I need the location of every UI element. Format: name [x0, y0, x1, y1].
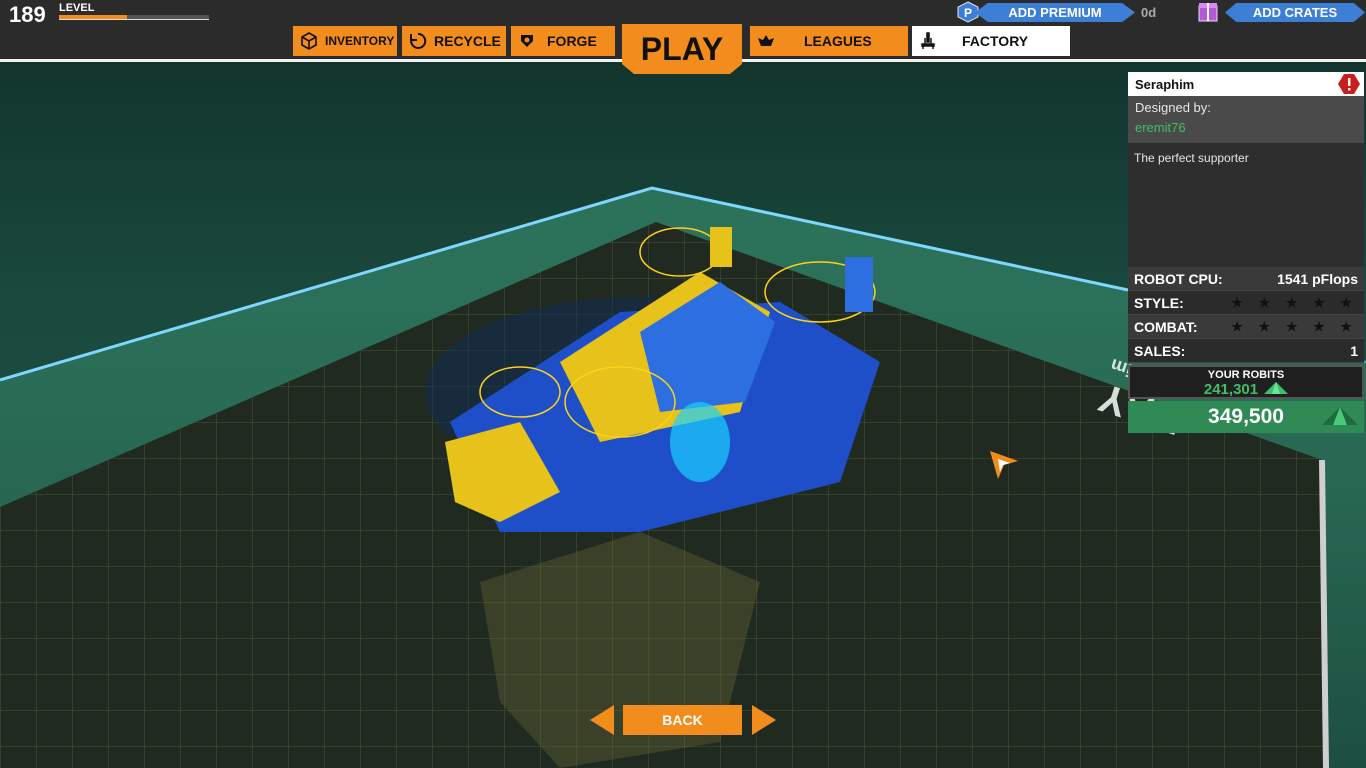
level-label: LEVEL — [59, 2, 95, 14]
recycle-label: RECYCLE — [434, 33, 501, 49]
inventory-button[interactable]: INVENTORY — [293, 26, 397, 56]
add-premium-button[interactable]: ADD PREMIUM — [975, 3, 1135, 22]
mouse-cursor-icon — [988, 449, 1020, 481]
buy-robot-button[interactable]: 349,500 — [1128, 401, 1364, 433]
robits-value: 241,301 — [1203, 381, 1259, 398]
inventory-label: INVENTORY — [325, 34, 395, 48]
back-button[interactable]: BACK — [623, 705, 742, 735]
robot-name: Seraphim — [1135, 76, 1195, 92]
stat-row-cpu: ROBOT CPU: 1541 pFlops — [1128, 267, 1364, 291]
player-level: 189 — [9, 2, 46, 27]
stat-label: SALES: — [1134, 342, 1186, 359]
forge-button[interactable]: FORGE — [511, 26, 615, 56]
style-rating-stars: ★ ★ ★ ★ ★ — [1231, 294, 1358, 310]
stat-row-sales: SALES: 1 — [1128, 339, 1364, 363]
recycle-icon — [408, 31, 428, 51]
stat-label: STYLE: — [1134, 294, 1184, 311]
add-crates-button[interactable]: ADD CRATES — [1225, 3, 1365, 22]
premium-days-remaining: 0d — [1141, 5, 1157, 20]
forge-icon — [517, 31, 537, 51]
robits-balance: YOUR ROBITS 241,301 — [1128, 365, 1364, 399]
robot-stats: ROBOT CPU: 1541 pFlops STYLE: ★ ★ ★ ★ ★ … — [1128, 267, 1364, 363]
play-button[interactable]: PLAY — [622, 24, 742, 74]
stat-value: 1 — [1350, 342, 1358, 359]
designer-name[interactable]: eremit76 — [1135, 120, 1357, 135]
report-warning-icon[interactable] — [1338, 74, 1360, 94]
level-progress-bar — [59, 15, 209, 20]
robot-name-header: Seraphim — [1128, 72, 1364, 96]
stat-label: ROBOT CPU: — [1134, 270, 1223, 287]
robit-gem-icon — [1264, 381, 1289, 398]
forge-label: FORGE — [547, 33, 597, 49]
robot-description: The perfect supporter — [1128, 143, 1364, 267]
factory-button[interactable]: FACTORY — [912, 26, 1070, 56]
next-robot-arrow-icon[interactable] — [752, 705, 776, 735]
combat-rating-stars: ★ ★ ★ ★ ★ — [1231, 318, 1358, 334]
stat-value: 1541 pFlops — [1277, 270, 1358, 287]
factory-label: FACTORY — [962, 33, 1029, 49]
leagues-icon — [756, 31, 776, 51]
stat-row-combat: COMBAT: ★ ★ ★ ★ ★ — [1128, 315, 1364, 339]
crate-icon — [1197, 1, 1219, 23]
designer-section: Designed by: eremit76 — [1128, 96, 1364, 143]
robits-label: YOUR ROBITS — [1207, 369, 1285, 381]
level-progress-fill — [59, 15, 127, 19]
leagues-label: LEAGUES — [804, 33, 872, 49]
previous-robot-arrow-icon[interactable] — [590, 705, 614, 735]
designed-by-label: Designed by: — [1135, 100, 1211, 115]
robot-info-panel: Seraphim Designed by: eremit76 The perfe… — [1128, 72, 1364, 433]
robit-gem-icon — [1322, 407, 1358, 431]
price-value: 349,500 — [1208, 405, 1284, 428]
leagues-button[interactable]: LEAGUES — [750, 26, 908, 56]
cube-icon — [299, 31, 319, 51]
stat-row-style: STYLE: ★ ★ ★ ★ ★ — [1128, 291, 1364, 315]
factory-icon — [918, 31, 938, 51]
svg-text:P: P — [964, 6, 972, 20]
recycle-button[interactable]: RECYCLE — [402, 26, 506, 56]
stat-label: COMBAT: — [1134, 318, 1198, 335]
